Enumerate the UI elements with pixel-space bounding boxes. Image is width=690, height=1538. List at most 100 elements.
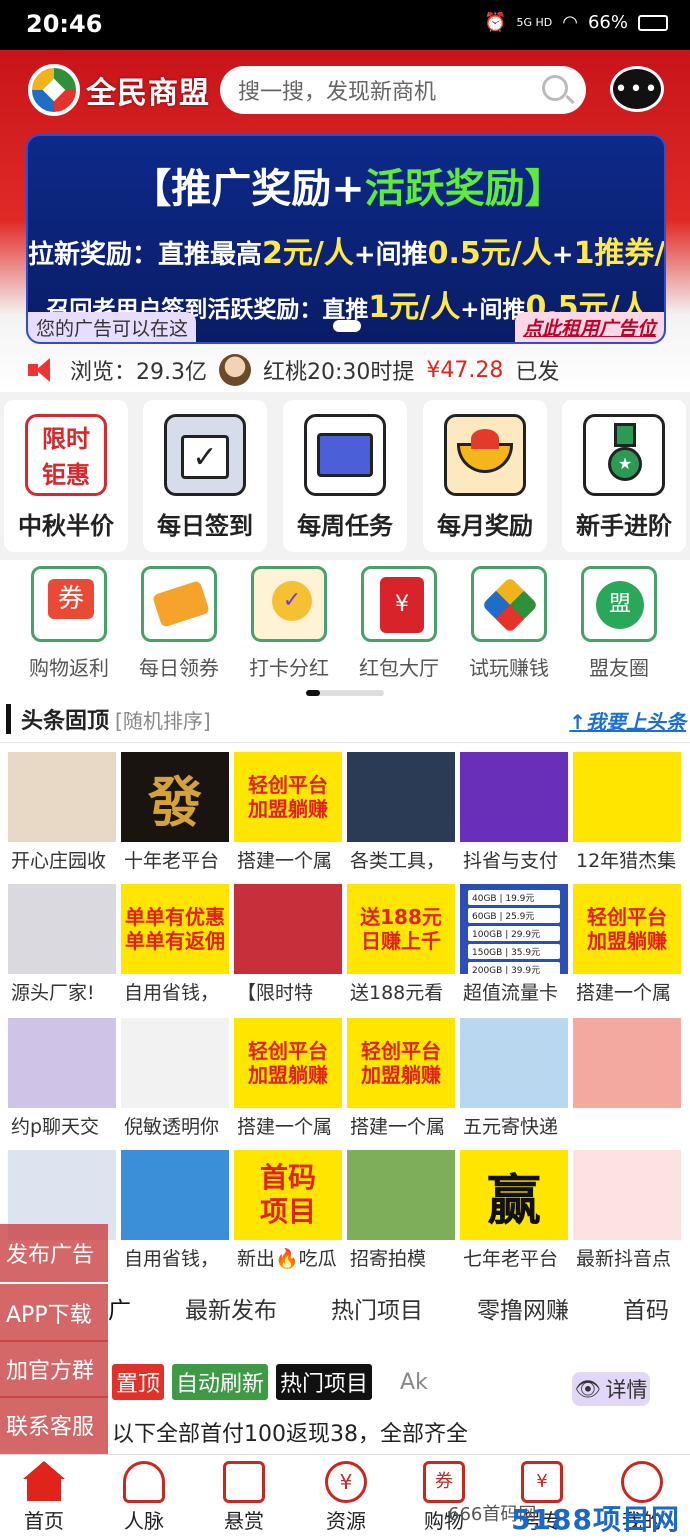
headline-tile-image[interactable]	[121, 1150, 229, 1240]
checkin-bonus-icon: ✓	[251, 566, 327, 642]
float-app-download[interactable]: APP下载	[0, 1284, 108, 1342]
headline-tile-image[interactable]	[460, 752, 568, 842]
float-join-group[interactable]: 加官方群	[0, 1340, 108, 1398]
headline-tile-caption[interactable]: 开心庄园收	[11, 846, 125, 873]
card-newbie-advance[interactable]: ★ 新手进阶	[562, 400, 686, 552]
headline-tile-image[interactable]: 轻创平台 加盟躺赚	[234, 752, 342, 842]
headline-tile-image[interactable]: 赢	[460, 1150, 568, 1240]
headline-tile-caption[interactable]: 搭建一个属	[350, 1112, 464, 1139]
headline-tile-caption[interactable]: 源头厂家!	[11, 978, 125, 1005]
tile-image-text: 单单有优惠	[125, 905, 225, 929]
tab-hot[interactable]: 热门项目	[331, 1291, 423, 1325]
chat-bubble-icon[interactable]: •••	[610, 66, 664, 112]
headline-tile-image[interactable]: 40GB | 19.9元 60GB | 25.9元 100GB | 29.9元 150…	[460, 884, 568, 974]
entry-shopping-rebate[interactable]: 券购物返利	[14, 566, 124, 681]
headline-tile-image[interactable]: 轻创平台 加盟躺赚	[234, 1018, 342, 1108]
entry-checkin-bonus[interactable]: ✓ 打卡分红	[234, 566, 344, 681]
tab-zero-cost[interactable]: 零撸网赚	[477, 1291, 569, 1325]
tab-ads[interactable]: 广	[108, 1291, 131, 1325]
headline-tile-image[interactable]: 单单有优惠 单单有返佣	[121, 884, 229, 974]
tab-home[interactable]: 首页	[14, 1461, 74, 1534]
headline-tile-caption[interactable]: 五元寄快递	[463, 1112, 577, 1139]
ad-here-label[interactable]: 您的广告可以在这	[28, 312, 197, 342]
alarm-icon: ⏰	[484, 12, 507, 33]
headline-tile-caption[interactable]: 自用省钱，	[124, 1244, 238, 1271]
tab-bounty[interactable]: 悬赏	[214, 1461, 274, 1534]
entry-daily-coupon[interactable]: 每日领券	[124, 566, 234, 681]
headline-tile-image[interactable]	[573, 752, 681, 842]
headline-tile-image[interactable]: 首码 项目	[234, 1150, 342, 1240]
headline-tile-caption[interactable]: 12年猎杰集	[576, 846, 690, 873]
float-contact-service[interactable]: 联系客服	[0, 1396, 108, 1454]
headline-tile-image[interactable]: 轻创平台 加盟躺赚	[573, 884, 681, 974]
search-input[interactable]: 搜一搜，发现新商机	[220, 66, 586, 114]
headline-tile-image[interactable]: 轻创平台 加盟躺赚	[347, 1018, 455, 1108]
headline-tile-caption[interactable]: 约p聊天交	[11, 1112, 125, 1139]
feature-cards: 限时 钜惠 中秋半价 ✓ 每日签到 每周任务 每月奖励 ★ 新手进阶	[0, 392, 690, 560]
headline-tile-image[interactable]	[460, 1018, 568, 1108]
entry-ally-circle[interactable]: 盟盟友圈	[564, 566, 674, 681]
go-headline-link[interactable]: ↑我要上头条	[569, 706, 686, 735]
entry-red-envelope[interactable]: ¥ 红包大厅	[344, 566, 454, 681]
headline-tile-caption[interactable]: 超值流量卡	[463, 978, 577, 1005]
tab-first-code[interactable]: 首码	[623, 1291, 669, 1325]
headline-tile-image[interactable]: 送188元 日赚上千	[347, 884, 455, 974]
headline-tile-caption[interactable]: 【限时特	[237, 978, 351, 1005]
headline-tile-caption[interactable]: 送188元看	[350, 978, 464, 1005]
headline-tile-caption[interactable]: 自用省钱，	[124, 978, 238, 1005]
float-publish-ad[interactable]: 发布广告	[0, 1224, 108, 1282]
headline-tile-caption[interactable]: 十年老平台	[124, 846, 238, 873]
tab-resources[interactable]: ¥ 资源	[316, 1461, 376, 1534]
headline-tile-image[interactable]: 發	[121, 752, 229, 842]
card-weekly-task[interactable]: 每周任务	[283, 400, 407, 552]
post-text[interactable]: 以下全部首付100返现38，全部齐全	[112, 1416, 468, 1448]
tab-network[interactable]: 人脉	[114, 1461, 174, 1534]
tile-image-text: 单单有返佣	[125, 929, 225, 953]
card-monthly-reward[interactable]: 每月奖励	[423, 400, 547, 552]
headline-tile-image[interactable]	[8, 1018, 116, 1108]
headline-tile-image[interactable]	[8, 884, 116, 974]
card-daily-signin[interactable]: ✓ 每日签到	[143, 400, 267, 552]
tile-image-text: 200GB | 39.9元	[468, 962, 560, 974]
tile-image-text: 项目	[259, 1195, 316, 1228]
headline-tile-image[interactable]	[121, 1018, 229, 1108]
tile-image-text: 150GB | 35.9元	[468, 944, 560, 959]
tile-image-text: 日赚上千	[361, 929, 441, 953]
headline-tile-caption[interactable]: 倪敏透明你	[124, 1112, 238, 1139]
tab-latest[interactable]: 最新发布	[185, 1291, 277, 1325]
entry-trial-play[interactable]: 试玩赚钱	[454, 566, 564, 681]
tile-image-text: 60GB | 25.9元	[468, 908, 560, 923]
tile-image-text: 加盟躺赚	[248, 1063, 328, 1087]
headline-tile-image[interactable]	[347, 1150, 455, 1240]
search-icon[interactable]	[542, 75, 568, 101]
headline-tile-caption[interactable]: 七年老平台	[463, 1244, 577, 1271]
detail-button[interactable]: 👁 详情	[572, 1372, 650, 1406]
headline-tile-image[interactable]	[234, 884, 342, 974]
promo-banner[interactable]: 【推广奖励+活跃奖励】 拉新奖励：直推最高2元/人+间推0.5元/人+1推券/人…	[26, 134, 666, 344]
post-author: Ak	[400, 1369, 428, 1395]
speaker-icon	[28, 358, 58, 382]
ally-circle-icon: 盟	[581, 566, 657, 642]
headline-tile-caption[interactable]: 搭建一个属	[237, 846, 351, 873]
headline-tile-caption[interactable]: 最新抖音点	[576, 1244, 690, 1271]
banner-title: 【推广奖励+活跃奖励】	[131, 166, 565, 212]
headline-tile-caption[interactable]: 各类工具，	[350, 846, 464, 873]
headline-tile-image[interactable]	[573, 1150, 681, 1240]
headline-tile-caption[interactable]: 抖省与支付	[463, 846, 577, 873]
headline-tile-caption[interactable]: 招寄拍模	[350, 1244, 464, 1271]
views-count: 浏览：29.3亿	[70, 360, 207, 385]
headline-tile-caption[interactable]: 搭建一个属	[576, 978, 690, 1005]
headline-tile-caption[interactable]: 新出🔥吃瓜	[237, 1244, 351, 1271]
headline-tile-image[interactable]	[8, 752, 116, 842]
headline-tile-image[interactable]	[573, 1018, 681, 1108]
tile-image-text: 40GB | 19.9元	[468, 890, 560, 905]
app-name: 全民商盟	[86, 76, 210, 111]
headline-tile-caption[interactable]: 搭建一个属	[237, 1112, 351, 1139]
quick-entry-row: 券购物返利 每日领券 ✓ 打卡分红 ¥ 红包大厅 试玩赚钱 盟盟友圈	[0, 562, 690, 680]
rent-ad-link[interactable]: 点此租用广告位	[514, 312, 664, 342]
card-mid-autumn[interactable]: 限时 钜惠 中秋半价	[4, 400, 128, 552]
tile-image-text: 加盟躺赚	[587, 929, 667, 953]
ticker-status: 已发	[515, 360, 560, 385]
headline-tile-image[interactable]	[347, 752, 455, 842]
ticker-user: 红桃20:30时提	[263, 360, 415, 385]
